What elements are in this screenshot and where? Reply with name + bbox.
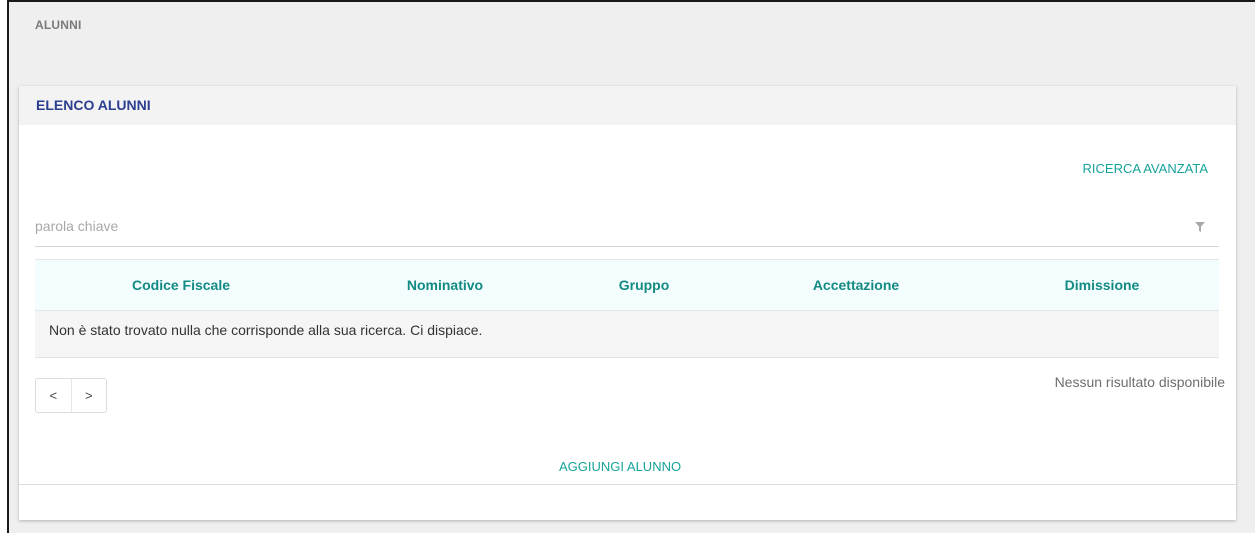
app-frame: ALUNNI ELENCO ALUNNI RICERCA AVANZATA Co… xyxy=(7,0,1255,533)
pagination: < > xyxy=(35,378,107,413)
empty-results-message: Non è stato trovato nulla che corrispond… xyxy=(49,322,483,338)
column-header-gruppo[interactable]: Gruppo xyxy=(619,277,670,293)
filter-icon[interactable] xyxy=(1195,222,1205,232)
students-table: Codice Fiscale Nominativo Gruppo Accetta… xyxy=(35,259,1219,358)
students-card: ELENCO ALUNNI RICERCA AVANZATA Codice Fi… xyxy=(19,86,1236,520)
column-header-codice-fiscale[interactable]: Codice Fiscale xyxy=(132,277,230,293)
keyword-search-input[interactable] xyxy=(35,218,1155,234)
next-page-button[interactable]: > xyxy=(70,379,107,412)
card-header: ELENCO ALUNNI xyxy=(19,86,1236,125)
table-header: Codice Fiscale Nominativo Gruppo Accetta… xyxy=(35,259,1219,311)
card-footer-divider xyxy=(19,484,1236,485)
advanced-search-link[interactable]: RICERCA AVANZATA xyxy=(1083,161,1208,176)
column-header-accettazione[interactable]: Accettazione xyxy=(813,277,899,293)
column-header-dimissione[interactable]: Dimissione xyxy=(1065,277,1140,293)
column-header-nominativo[interactable]: Nominativo xyxy=(407,277,483,293)
results-status: Nessun risultato disponibile xyxy=(1054,374,1225,390)
add-student-button[interactable]: AGGIUNGI ALUNNO xyxy=(559,459,681,474)
empty-results-row: Non è stato trovato nulla che corrispond… xyxy=(35,311,1219,358)
previous-page-button[interactable]: < xyxy=(36,379,71,412)
card-title: ELENCO ALUNNI xyxy=(36,97,151,113)
search-field xyxy=(35,208,1219,247)
page-title: ALUNNI xyxy=(35,18,82,32)
